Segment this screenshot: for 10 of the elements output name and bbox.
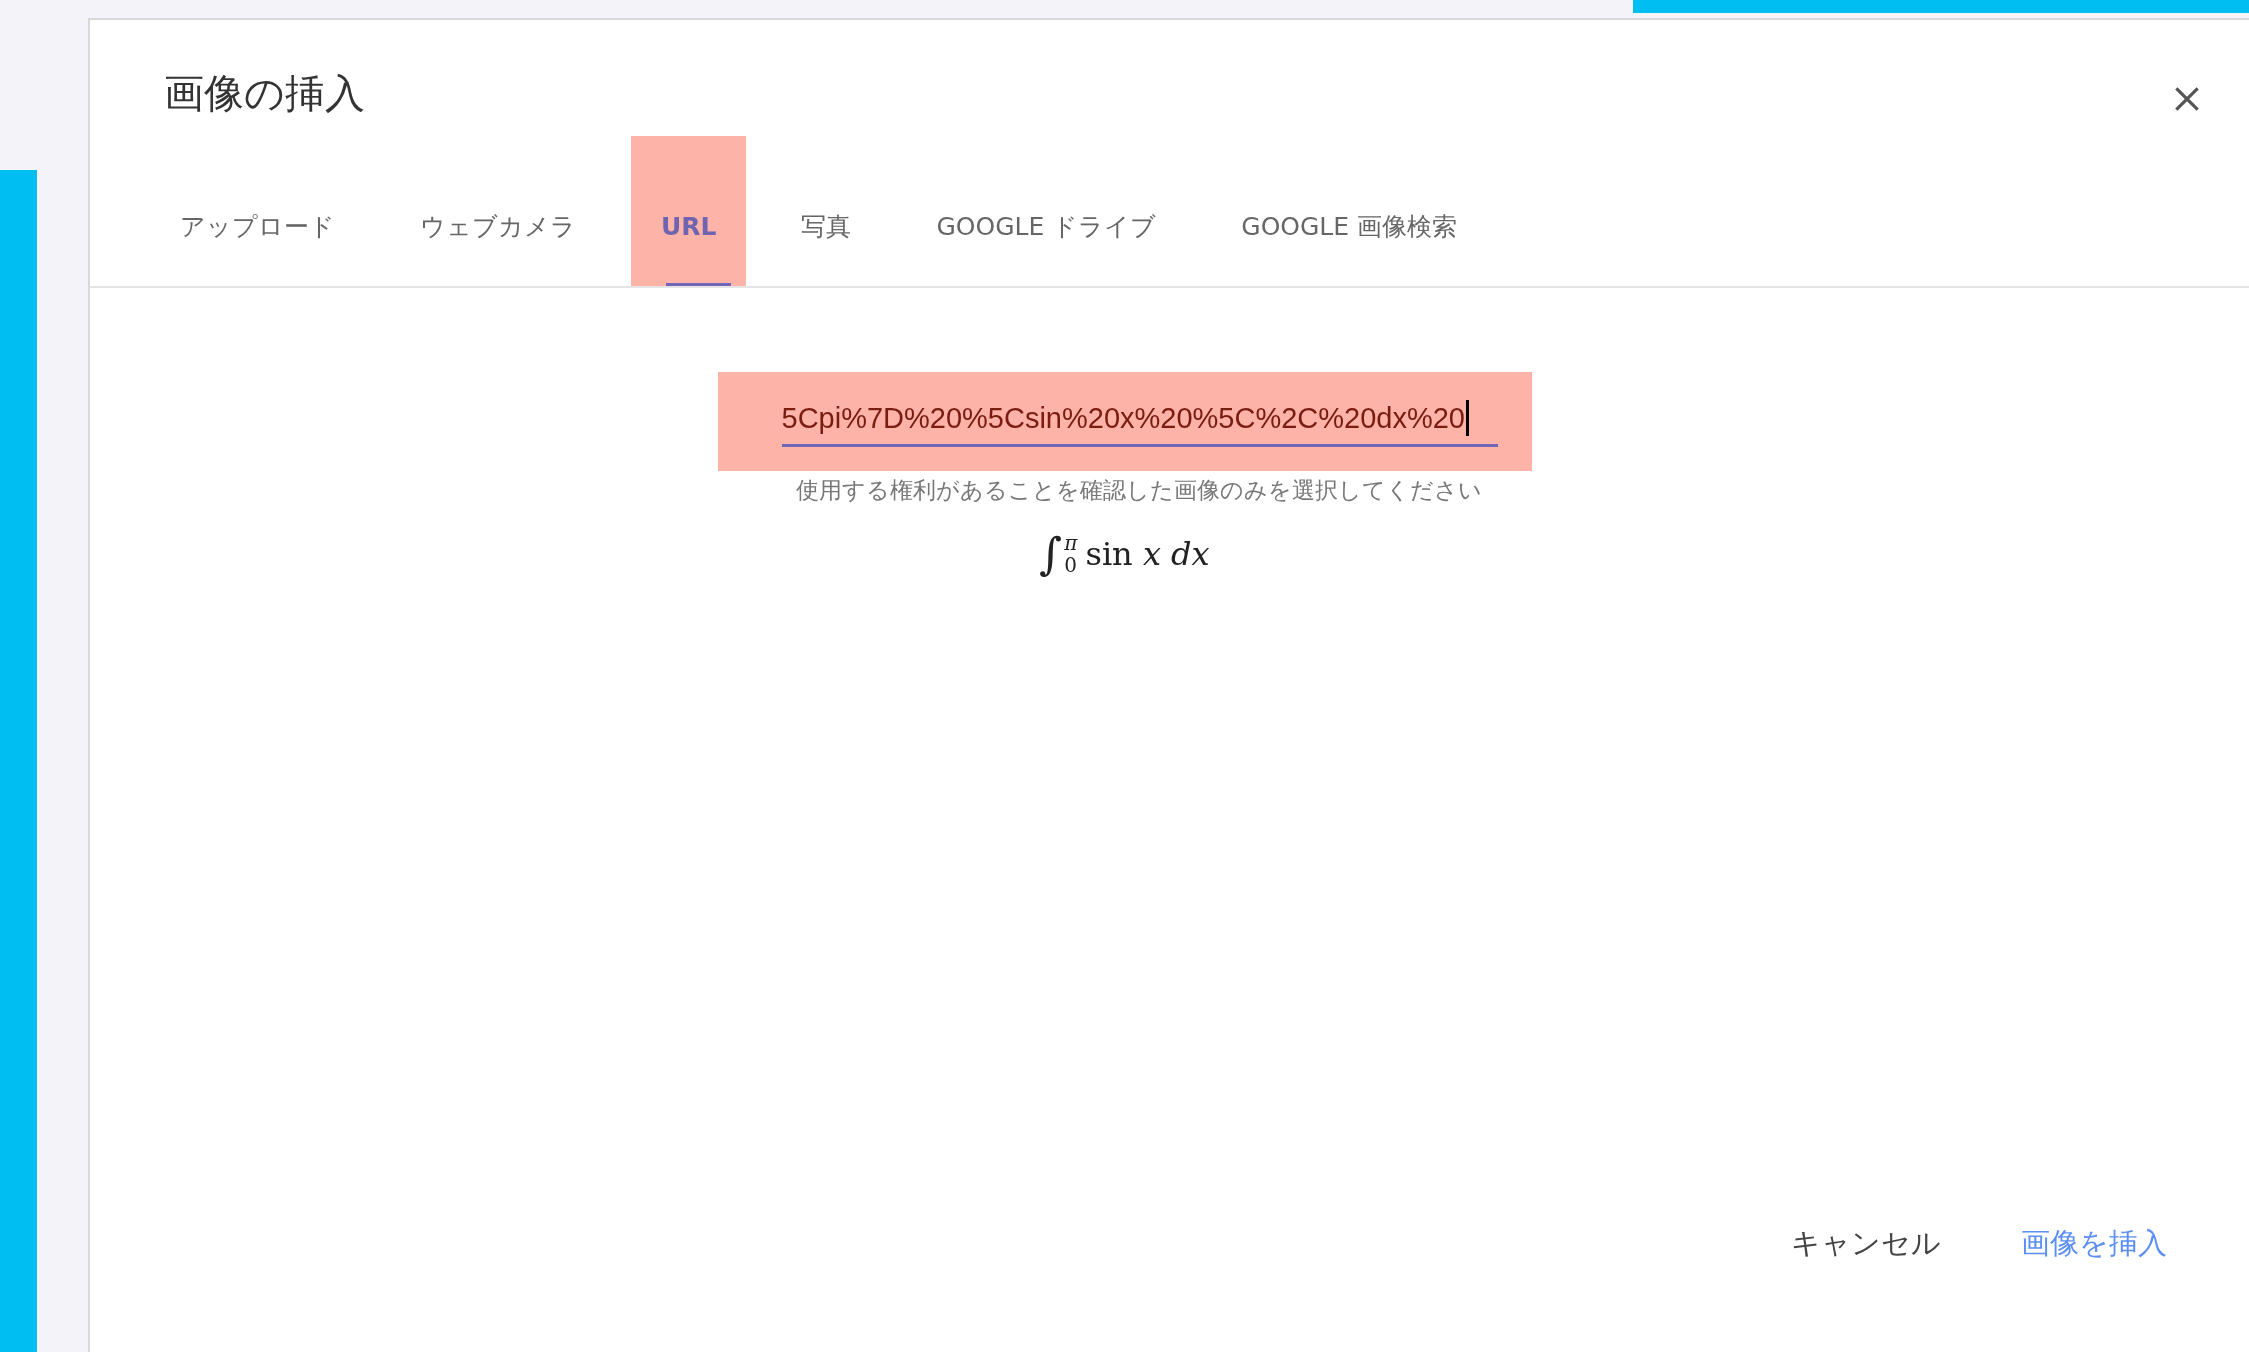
tab[interactable]: アップロード: [150, 136, 365, 286]
tab[interactable]: GOOGLE ドライブ: [906, 136, 1187, 286]
hint-text: 使用する権利があることを確認した画像のみを選択してください: [795, 476, 1482, 505]
tab[interactable]: ウェブカメラ: [390, 136, 606, 286]
tab[interactable]: GOOGLE 画像検索: [1211, 136, 1488, 286]
tab[interactable]: URL: [631, 136, 747, 286]
dialog-title: 画像の挿入: [164, 68, 365, 118]
cancel-button[interactable]: キャンセル: [1771, 1212, 1961, 1276]
tab[interactable]: 写真: [771, 136, 882, 286]
insert-button[interactable]: 画像を挿入: [2001, 1212, 2187, 1276]
